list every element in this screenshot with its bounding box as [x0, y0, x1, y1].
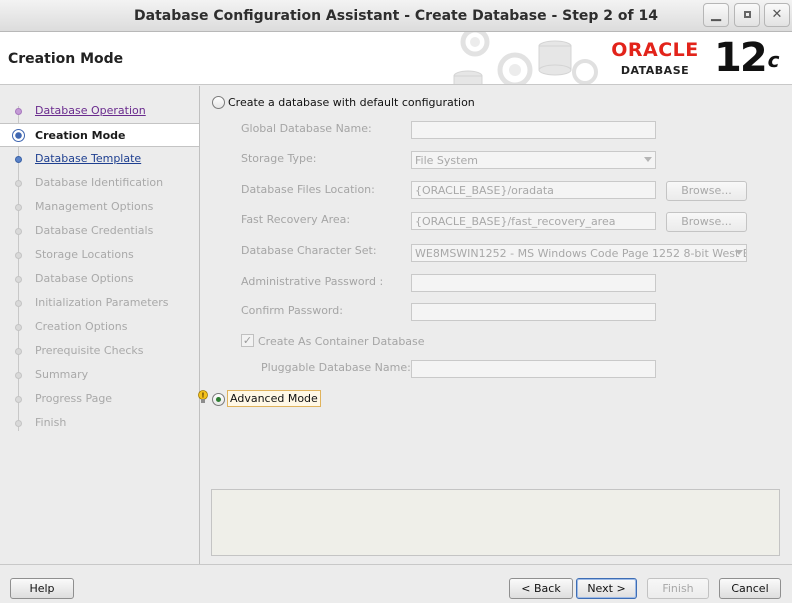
maximize-icon [743, 11, 751, 18]
current-step-icon [12, 129, 25, 142]
db-files-location-field[interactable]: {ORACLE_BASE}/oradata [411, 181, 656, 199]
global-db-name-label: Global Database Name: [241, 122, 372, 135]
step-dot-icon [15, 396, 22, 403]
character-set-label: Database Character Set: [241, 244, 377, 257]
version-suffix: c [767, 48, 780, 72]
step-dot-icon [15, 252, 22, 259]
nav-item-summary: Summary [0, 363, 199, 387]
svg-text:!: ! [201, 392, 204, 400]
version-logo: 12 c [714, 35, 780, 81]
help-button[interactable]: Help [10, 578, 74, 599]
nav-item-database-identification: Database Identification [0, 171, 199, 195]
nav-item-finish: Finish [0, 411, 199, 435]
nav-item-label: Management Options [35, 200, 154, 213]
nav-item-label: Prerequisite Checks [35, 344, 144, 357]
fast-recovery-area-field[interactable]: {ORACLE_BASE}/fast_recovery_area [411, 212, 656, 230]
nav-item-label: Summary [35, 368, 89, 381]
storage-type-label: Storage Type: [241, 152, 317, 165]
character-set-value: WE8MSWIN1252 - MS Windows Code Page 1252… [415, 247, 746, 260]
version-number: 12 [714, 35, 768, 81]
nav-item-initialization-parameters: Initialization Parameters [0, 291, 199, 315]
nav-item-label: Creation Mode [35, 129, 126, 142]
window-title: Database Configuration Assistant - Creat… [134, 8, 658, 24]
nav-item-database-template[interactable]: Database Template [0, 147, 199, 171]
nav-item-storage-locations: Storage Locations [0, 243, 199, 267]
confirm-password-label: Confirm Password: [241, 304, 343, 317]
maximize-button[interactable] [734, 3, 760, 27]
step-dot-icon [15, 420, 22, 427]
nav-item-label: Database Options [35, 272, 134, 285]
back-button[interactable]: < Back [509, 578, 573, 599]
nav-item-label: Finish [35, 416, 67, 429]
creation-mode-panel: Create a database with default configura… [198, 86, 792, 564]
nav-item-label: Progress Page [35, 392, 113, 405]
step-dot-icon [15, 180, 22, 187]
db-files-browse-button[interactable]: Browse... [666, 181, 747, 201]
default-config-radio[interactable] [212, 96, 225, 109]
button-bar: Help < Back Next > Finish Cancel [0, 564, 792, 603]
advanced-mode-label[interactable]: Advanced Mode [227, 390, 321, 407]
message-area [211, 489, 780, 556]
confirm-password-field[interactable] [411, 303, 656, 321]
pluggable-db-name-label: Pluggable Database Name: [261, 361, 411, 374]
admin-password-field[interactable] [411, 274, 656, 292]
step-title: Creation Mode [8, 51, 124, 67]
container-db-label: Create As Container Database [258, 335, 425, 348]
nav-item-label: Storage Locations [35, 248, 134, 261]
step-dot-icon [15, 204, 22, 211]
step-dot-icon [15, 300, 22, 307]
storage-type-value: File System [415, 154, 478, 167]
minimize-button[interactable]: ▁ [703, 3, 729, 27]
step-dot-icon [15, 324, 22, 331]
cancel-button[interactable]: Cancel [719, 578, 781, 599]
chevron-down-icon [644, 157, 652, 162]
container-db-checkbox[interactable]: ✓ [241, 334, 254, 347]
checkmark-icon: ✓ [242, 334, 253, 347]
next-button[interactable]: Next > [576, 578, 637, 599]
nav-item-label: Database Identification [35, 176, 164, 189]
nav-item-label: Database Template [35, 152, 142, 165]
chevron-down-icon [735, 250, 743, 255]
step-navigation: Database Operation Creation Mode Databas… [0, 86, 200, 564]
nav-item-label: Database Credentials [35, 224, 154, 237]
db-files-location-label: Database Files Location: [241, 183, 375, 196]
title-bar: Database Configuration Assistant - Creat… [0, 0, 792, 32]
character-set-select[interactable]: WE8MSWIN1252 - MS Windows Code Page 1252… [411, 244, 747, 262]
step-dot-icon [15, 156, 22, 163]
minimize-icon: ▁ [711, 7, 721, 22]
nav-item-label: Initialization Parameters [35, 296, 169, 309]
nav-item-prerequisite-checks: Prerequisite Checks [0, 339, 199, 363]
hint-bulb-icon: ! [198, 390, 208, 403]
nav-item-creation-mode[interactable]: Creation Mode [0, 123, 199, 147]
fast-recovery-browse-button[interactable]: Browse... [666, 212, 747, 232]
nav-item-database-credentials: Database Credentials [0, 219, 199, 243]
nav-item-progress-page: Progress Page [0, 387, 199, 411]
pluggable-db-name-field[interactable] [411, 360, 656, 378]
nav-item-label: Creation Options [35, 320, 128, 333]
global-db-name-field[interactable] [411, 121, 656, 139]
nav-item-database-options: Database Options [0, 267, 199, 291]
nav-item-label: Database Operation [35, 104, 146, 117]
close-button[interactable]: ✕ [764, 3, 790, 27]
step-dot-icon [15, 108, 22, 115]
nav-item-creation-options: Creation Options [0, 315, 199, 339]
advanced-mode-radio[interactable] [212, 393, 225, 406]
database-wordmark: DATABASE [620, 64, 690, 77]
storage-type-select[interactable]: File System [411, 151, 656, 169]
default-config-label[interactable]: Create a database with default configura… [228, 96, 475, 109]
step-dot-icon [15, 372, 22, 379]
close-icon: ✕ [771, 7, 783, 22]
gears-graphic-icon [453, 32, 598, 84]
finish-button[interactable]: Finish [647, 578, 709, 599]
step-dot-icon [15, 276, 22, 283]
nav-item-management-options: Management Options [0, 195, 199, 219]
nav-item-database-operation[interactable]: Database Operation [0, 99, 199, 123]
admin-password-label: Administrative Password : [241, 275, 384, 288]
step-header: Creation Mode ORACLE DATABASE 12 c [0, 32, 792, 85]
step-dot-icon [15, 348, 22, 355]
fast-recovery-area-label: Fast Recovery Area: [241, 213, 351, 226]
oracle-logo: ORACLE DATABASE [604, 39, 706, 77]
step-dot-icon [15, 228, 22, 235]
oracle-wordmark: ORACLE [611, 39, 699, 61]
